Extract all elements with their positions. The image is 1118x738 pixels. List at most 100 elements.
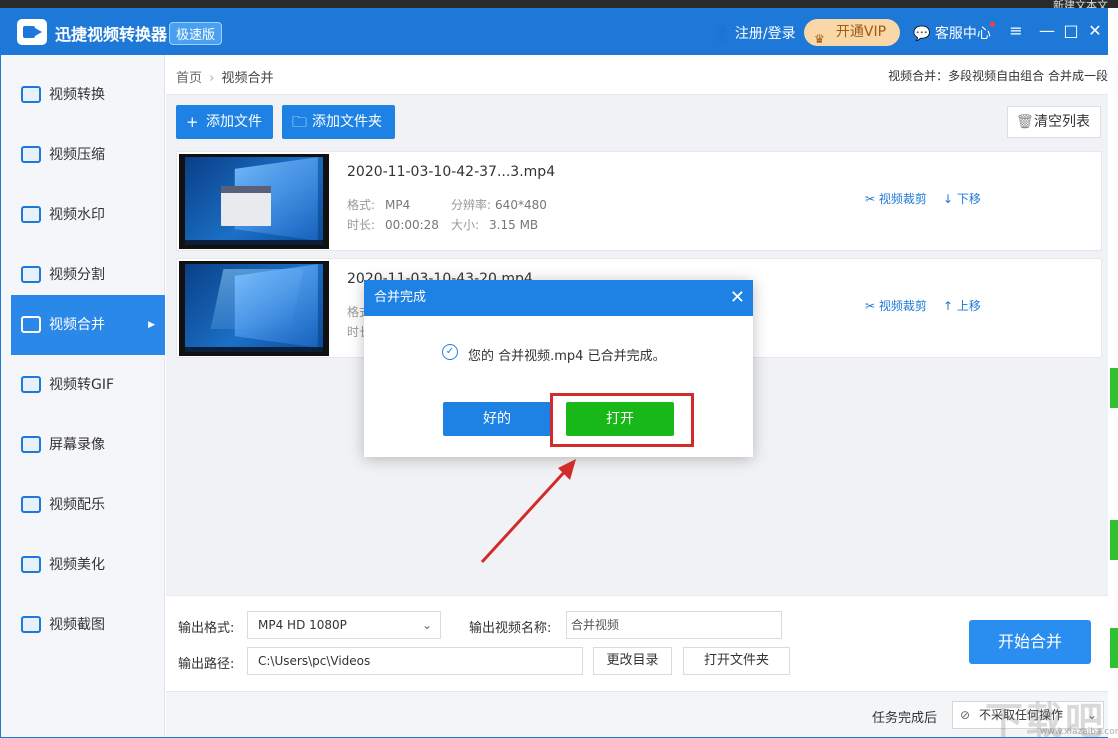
video-thumbnail: [179, 154, 329, 249]
app-title: 迅捷视频转换器: [55, 25, 168, 44]
crown-icon: ♛: [814, 32, 825, 46]
minimize-icon[interactable]: —: [1037, 21, 1057, 40]
background-window-strip: [1108, 8, 1118, 738]
output-format-label: 输出格式:: [178, 621, 235, 636]
arrow-up-icon: ↑: [943, 299, 954, 313]
sidebar-item-video-beautify[interactable]: 视频美化: [11, 535, 165, 595]
file-size: 大小: 3.15 MB: [451, 216, 538, 233]
music-icon: [21, 496, 41, 513]
status-bar: 任务完成后 ⊘ 不采取任何操作 ⌄: [166, 691, 1108, 737]
user-icon: 👤: [713, 26, 731, 42]
video-compress-icon: [21, 146, 41, 163]
vip-button[interactable]: ♛ 开通VIP: [804, 19, 900, 46]
beautify-icon: [21, 556, 41, 573]
crop-button[interactable]: ✂ 视频裁剪: [865, 190, 927, 207]
video-thumbnail: [179, 261, 329, 356]
output-path-input[interactable]: C:\Users\pc\Videos: [247, 647, 583, 675]
sidebar-item-video-screenshot[interactable]: 视频截图: [11, 595, 165, 655]
sidebar-item-video-watermark[interactable]: 视频水印: [11, 185, 165, 245]
annotation-arrow: [480, 459, 576, 564]
sidebar-item-video-merge[interactable]: 视频合并 ▶: [11, 295, 165, 355]
after-task-label: 任务完成后: [872, 711, 938, 726]
breadcrumb: 首页 › 视频合并: [176, 67, 274, 86]
vip-label: 开通VIP: [835, 24, 887, 40]
background-green-block: [1110, 368, 1118, 408]
crop-label: 视频裁剪: [878, 192, 927, 206]
change-dir-button[interactable]: 更改目录: [593, 647, 672, 675]
add-file-button[interactable]: + 添加文件: [176, 105, 273, 139]
check-circle-icon: ✓: [442, 344, 458, 360]
sidebar-item-video-convert[interactable]: 视频转换: [11, 65, 165, 125]
folder-icon: 🗀: [292, 113, 308, 131]
add-folder-button[interactable]: 🗀 添加文件夹: [282, 105, 395, 139]
login-button[interactable]: 👤 注册/登录: [713, 23, 796, 43]
ok-button[interactable]: 好的: [443, 402, 551, 436]
menu-icon[interactable]: ≡: [1006, 21, 1026, 40]
sidebar-item-screen-record[interactable]: 屏幕录像: [11, 415, 165, 475]
open-folder-button[interactable]: 打开文件夹: [683, 647, 790, 675]
dialog-message: 您的 合并视频.mp4 已合并完成。: [468, 349, 666, 364]
sidebar-item-video-compress[interactable]: 视频压缩: [11, 125, 165, 185]
file-resolution: 分辨率: 640*480: [451, 196, 547, 213]
scissors-icon: ✂: [865, 299, 876, 313]
video-merge-icon: [21, 316, 41, 333]
resolution-value: 640*480: [495, 198, 547, 212]
breadcrumb-home[interactable]: 首页: [176, 71, 202, 86]
screenshot-icon: [21, 616, 41, 633]
file-name: 2020-11-03-10-42-37...3.mp4: [347, 164, 556, 180]
thumbnail-window-logo: [234, 264, 318, 348]
breadcrumb-separator: ›: [209, 71, 215, 86]
scissors-icon: ✂: [865, 192, 876, 206]
dialog-close-icon[interactable]: ✕: [730, 280, 745, 316]
background-green-block: [1110, 628, 1118, 668]
close-icon[interactable]: ✕: [1085, 21, 1105, 40]
sidebar: 视频转换 视频压缩 视频水印 视频分割 视频合并 ▶ 视频转GIF 屏幕录像 视…: [1, 55, 165, 737]
move-down-button[interactable]: ↓ 下移: [943, 190, 981, 207]
output-name-input[interactable]: 合并视频: [566, 611, 782, 639]
duration-label: 时长:: [347, 218, 376, 232]
add-folder-label: 添加文件夹: [312, 114, 382, 130]
feature-description: 视频合并：多段视频自由组合 合并成一段: [888, 69, 1108, 83]
video-watermark-icon: [21, 206, 41, 223]
highlight-box: [550, 393, 694, 447]
crop-button[interactable]: ✂ 视频裁剪: [865, 297, 927, 314]
sidebar-item-label: 视频配乐: [49, 497, 105, 513]
service-button[interactable]: 💬 客服中心: [913, 23, 991, 43]
chat-icon: 💬: [913, 26, 931, 42]
output-name-value: 合并视频: [571, 618, 620, 632]
sidebar-item-video-gif[interactable]: 视频转GIF: [11, 355, 165, 415]
sidebar-item-label: 视频分割: [49, 267, 105, 283]
background-green-block: [1110, 520, 1118, 560]
output-settings: 输出格式: MP4 HD 1080P ⌄ 输出视频名称: 合并视频 输出路径: …: [166, 595, 1108, 691]
sidebar-item-label: 屏幕录像: [49, 437, 105, 453]
output-format-select[interactable]: MP4 HD 1080P ⌄: [247, 611, 441, 639]
size-value: 3.15 MB: [489, 218, 539, 232]
arrow-down-icon: ↓: [943, 192, 954, 206]
login-label: 注册/登录: [734, 26, 796, 42]
gif-icon: [21, 376, 41, 393]
sidebar-item-video-music[interactable]: 视频配乐: [11, 475, 165, 535]
format-label: 格式:: [347, 198, 376, 212]
dialog-header: 合并完成 ✕: [364, 280, 753, 316]
edition-badge: 极速版: [169, 22, 223, 45]
active-arrow-icon: ▶: [148, 320, 155, 330]
sidebar-item-label: 视频转换: [49, 87, 105, 103]
trash-icon: 🗑: [1016, 114, 1034, 130]
video-split-icon: [21, 266, 41, 283]
file-item[interactable]: 2020-11-03-10-42-37...3.mp4 格式: MP4 分辨率: 6…: [176, 151, 1102, 251]
move-down-label: 下移: [956, 192, 981, 206]
file-duration: 时长: 00:00:28: [347, 216, 439, 233]
maximize-icon[interactable]: □: [1061, 21, 1081, 40]
sidebar-item-label: 视频水印: [49, 207, 105, 223]
sidebar-item-label: 视频美化: [49, 557, 105, 573]
crop-label: 视频裁剪: [878, 299, 927, 313]
clear-list-button[interactable]: 🗑 清空列表: [1007, 106, 1101, 138]
sidebar-item-label: 视频转GIF: [49, 377, 115, 393]
output-format-value: MP4 HD 1080P: [258, 618, 347, 632]
resolution-label: 分辨率:: [451, 198, 492, 212]
breadcrumb-current: 视频合并: [221, 71, 274, 86]
thumbnail-dialog-bar: [221, 186, 271, 193]
move-up-button[interactable]: ↑ 上移: [943, 297, 981, 314]
app-logo-icon: [17, 19, 47, 45]
start-merge-button[interactable]: 开始合并: [969, 620, 1091, 664]
